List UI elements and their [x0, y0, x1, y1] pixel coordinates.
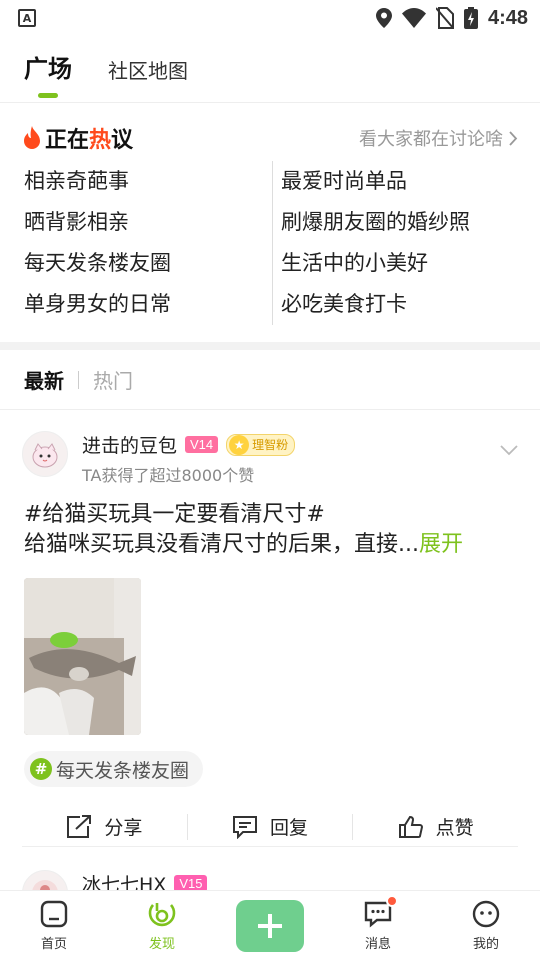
nav-home[interactable]: 首页 — [14, 899, 94, 952]
post-image[interactable] — [24, 578, 141, 735]
hot-topics-section: 正在热议 看大家都在讨论啥 相亲奇葩事 最爱时尚单品 晒背影相亲 刷爆朋友圈的婚… — [0, 102, 540, 342]
tab-plaza[interactable]: 广场 — [24, 49, 72, 98]
hot-topic-item[interactable]: 最爱时尚单品 — [272, 161, 540, 202]
reply-button[interactable]: 回复 — [188, 807, 353, 847]
hot-topic-item[interactable]: 必吃美食打卡 — [272, 284, 540, 325]
comment-icon — [233, 815, 257, 839]
badge-star-icon: ★ — [229, 434, 250, 455]
no-sim-icon — [435, 7, 454, 29]
cat-toy-photo — [24, 578, 141, 735]
plus-icon — [258, 913, 282, 938]
hot-topic-item[interactable]: 单身男女的日常 — [24, 284, 272, 325]
hot-topic-item[interactable]: 相亲奇葩事 — [24, 161, 272, 202]
app-notification-icon: A — [18, 9, 36, 27]
like-button[interactable]: 点赞 — [353, 807, 518, 847]
level-badge: V14 — [185, 436, 219, 453]
hashtag-icon: # — [30, 758, 52, 780]
wifi-icon — [401, 8, 426, 28]
thumbs-up-icon — [398, 815, 423, 838]
tab-divider — [78, 370, 79, 389]
feed-post: 冰七七HX V15 — [0, 860, 540, 890]
see-all-topics-link[interactable]: 看大家都在讨论啥 — [359, 125, 518, 151]
hot-topic-item[interactable]: 刷爆朋友圈的婚纱照 — [272, 202, 540, 243]
share-icon — [67, 814, 92, 838]
hot-topics-title: 正在热议 — [22, 122, 133, 154]
post-topic[interactable]: #给猫买玩具一定要看清尺寸# — [24, 500, 518, 530]
username[interactable]: 冰七七HX — [82, 870, 166, 890]
bottom-nav: 首页 发现 消息 我的 — [0, 890, 540, 960]
hot-topic-item[interactable]: 生活中的小美好 — [272, 243, 540, 284]
discover-icon — [148, 903, 176, 927]
post-actions: 分享 回复 点赞 — [22, 807, 518, 847]
nav-mine[interactable]: 我的 — [446, 899, 526, 952]
cat-avatar-icon — [32, 443, 58, 468]
topic-tag[interactable]: # 每天发条楼友圈 — [24, 751, 204, 787]
feed-tabs: 最新 热门 — [0, 350, 540, 410]
home-icon — [40, 900, 68, 928]
unread-dot — [386, 895, 398, 907]
feed-post: 进击的豆包 V14 ★ 理智粉 TA获得了超过8000个赞 #给猫买玩具一定要看… — [0, 411, 540, 847]
avatar-image — [32, 880, 58, 890]
nav-messages[interactable]: 消息 — [338, 895, 418, 952]
avatar[interactable] — [22, 431, 68, 477]
chevron-right-icon — [509, 130, 518, 146]
share-button[interactable]: 分享 — [22, 807, 187, 847]
nav-discover[interactable]: 发现 — [122, 899, 202, 952]
profile-icon — [472, 900, 500, 928]
hot-topic-item[interactable]: 每天发条楼友圈 — [24, 243, 272, 284]
hot-topic-item[interactable]: 晒背影相亲 — [24, 202, 272, 243]
tab-community-map[interactable]: 社区地图 — [108, 55, 188, 84]
create-post-button[interactable] — [236, 899, 304, 952]
top-tabs: 广场 社区地图 — [0, 36, 540, 102]
post-content[interactable]: #给猫买玩具一定要看清尺寸# 给猫咪买玩具没看清尺寸的后果，直接...展开 — [0, 486, 540, 560]
expand-link[interactable]: 展开 — [419, 532, 463, 557]
active-tab-indicator — [38, 93, 58, 98]
nav-post[interactable] — [230, 899, 310, 952]
post-body: 给猫咪买玩具没看清尺寸的后果，直接... — [24, 532, 419, 557]
clock: 4:48 — [487, 6, 528, 29]
level-badge: V15 — [174, 875, 208, 890]
chevron-down-icon[interactable] — [500, 445, 518, 456]
avatar[interactable] — [22, 870, 68, 890]
tab-plaza-label: 广场 — [24, 55, 72, 83]
location-icon — [375, 8, 392, 28]
status-bar: A 4:48 — [0, 0, 540, 36]
tab-latest[interactable]: 最新 — [24, 365, 64, 394]
user-subtitle: TA获得了超过8000个赞 — [82, 466, 255, 485]
tab-popular[interactable]: 热门 — [93, 365, 133, 394]
fan-badge: ★ 理智粉 — [226, 433, 296, 456]
battery-charging-icon — [463, 7, 478, 29]
section-divider — [0, 342, 540, 350]
flame-icon — [24, 126, 40, 149]
username[interactable]: 进击的豆包 — [82, 431, 177, 458]
